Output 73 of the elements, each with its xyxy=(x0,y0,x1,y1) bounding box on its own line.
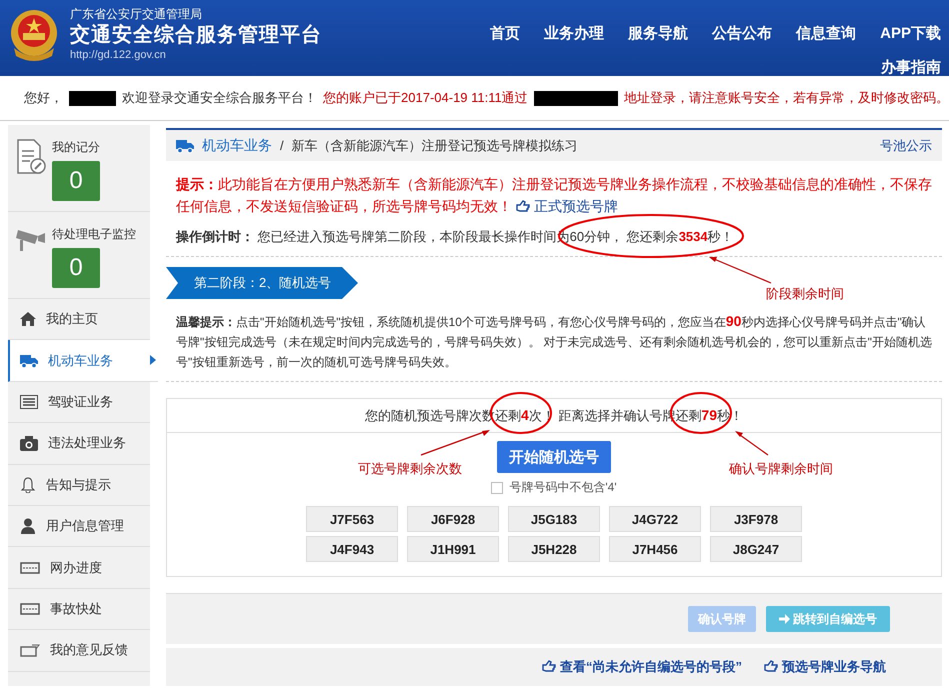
nav-link[interactable]: 办事指南 xyxy=(881,59,941,76)
official-link[interactable]: 正式预选号牌 xyxy=(534,198,618,214)
footer-link[interactable]: 查看“尚未允许自编选号的号段” xyxy=(560,659,742,674)
nav-link[interactable]: 业务办理 xyxy=(544,24,604,43)
pointing-hand-icon xyxy=(764,660,778,672)
annotation-label: 阶段剩余时间 xyxy=(766,285,844,303)
login-notice: 您的账户已于2017-04-19 11:11通过 xyxy=(323,89,528,107)
plate-button[interactable]: J7H456 xyxy=(609,536,701,562)
nav-link[interactable]: 信息查询 xyxy=(796,24,856,43)
progress-card-icon xyxy=(20,561,40,574)
annotation-label: 可选号牌剩余次数 xyxy=(358,460,462,478)
arrow-icon xyxy=(779,614,790,624)
greeting-text: 您好， xyxy=(24,89,63,107)
countdown-label: 操作倒计时： xyxy=(176,229,254,244)
bell-icon xyxy=(20,476,36,493)
nav-link[interactable]: APP下载 xyxy=(880,24,941,43)
plate-button[interactable]: J8G247 xyxy=(710,536,802,562)
sidebar-item[interactable]: 用户信息管理 xyxy=(8,506,150,548)
pointing-hand-icon xyxy=(516,200,530,212)
tip-text: 温馨提示：点击"开始随机选号"按钮，系统随机提供10个可选号牌号码，有您心仪号牌号码的，您应当在90秒内选择心仪号牌号码并点击"确认号牌"按钮完成选号（未在规定时间内完成选号的，号牌号码失效）。 对于未完成选号、还有剩余随机选号机会的，您可以重新点击"开始随机选号"按钮重新选号，前一次的随机可选号牌号码失效。 xyxy=(176,312,933,371)
breadcrumb-current: 新车（含新能源汽车）注册登记预选号牌模拟练习 xyxy=(292,136,578,154)
footer-link[interactable]: 预选号牌业务导航 xyxy=(782,659,886,674)
site-url: http://gd.122.gov.cn xyxy=(70,48,167,62)
plate-button[interactable]: J5H228 xyxy=(508,536,600,562)
counter-label: 待处理电子监控 xyxy=(52,226,136,242)
site-title: 交通安全综合服务管理平台 xyxy=(70,22,322,48)
sidebar-item[interactable]: 事故快处 xyxy=(8,588,150,630)
annotation-arrow xyxy=(709,257,772,284)
redacted-block xyxy=(69,90,116,106)
organization-name: 广东省公安厅交通管理局 xyxy=(70,6,203,22)
plate-button[interactable]: J4G722 xyxy=(609,506,701,532)
counter-label: 我的记分 xyxy=(52,139,100,155)
checkbox[interactable] xyxy=(491,482,504,494)
start-button[interactable]: 开始随机选号 xyxy=(497,441,611,473)
emblem-icon xyxy=(8,8,60,62)
annotation-arrow xyxy=(735,431,768,456)
card-icon xyxy=(20,394,38,409)
document-pen-icon xyxy=(16,139,46,175)
nav-link[interactable]: 服务导航 xyxy=(628,24,688,43)
breadcrumb-separator: / xyxy=(280,138,284,153)
stage-banner: 第二阶段：2、随机选号 xyxy=(166,267,358,299)
login-notice: 地址登录，请注意账号安全，若有异常，及时修改密码。 xyxy=(624,89,949,107)
sidebar-item[interactable]: 机动车业务 xyxy=(8,340,158,382)
plate-button[interactable]: J3F978 xyxy=(710,506,802,532)
counter-value: 0 xyxy=(52,161,100,201)
breadcrumb-link[interactable]: 机动车业务 xyxy=(202,136,272,154)
nav-link[interactable]: 公告公布 xyxy=(712,24,772,43)
annotation-label: 确认号牌剩余时间 xyxy=(729,460,833,478)
pool-link[interactable]: 号池公示 xyxy=(880,136,932,154)
sidebar-item[interactable]: 违法处理业务 xyxy=(8,423,150,465)
hint-text: 提示：此功能旨在方便用户熟悉新车（含新能源汽车）注册登记预选号牌业务操作流程，不校验基础信息的准确性，不保存任何信息，不发送短信验证码，所选号牌号码均无效！ 正式预选号牌 xyxy=(176,175,933,216)
camera-icon xyxy=(20,436,38,451)
checkbox-label: 号牌号码中不包含'4' xyxy=(509,479,617,496)
nav-link[interactable]: 首页 xyxy=(490,24,520,43)
user-icon xyxy=(20,518,36,534)
card-icon xyxy=(20,602,40,616)
annotation-arrow xyxy=(420,430,490,456)
counter-value: 0 xyxy=(52,248,100,288)
sidebar-item[interactable]: 网办进度 xyxy=(8,547,150,589)
feedback-icon xyxy=(20,644,40,657)
plate-button[interactable]: J6F928 xyxy=(407,506,499,532)
sidebar-item[interactable]: 驾驶证业务 xyxy=(8,382,150,424)
home-icon xyxy=(20,312,36,326)
sidebar-item[interactable]: 告知与提示 xyxy=(8,464,150,506)
pointing-hand-icon xyxy=(542,660,556,672)
plate-button[interactable]: J4F943 xyxy=(306,536,398,562)
plate-button[interactable]: J1H991 xyxy=(407,536,499,562)
plate-button[interactable]: J7F563 xyxy=(306,506,398,532)
plate-button[interactable]: J5G183 xyxy=(508,506,600,532)
truck-icon xyxy=(176,138,194,152)
truck-icon xyxy=(20,354,38,368)
sidebar-item[interactable]: 我的意见反馈 xyxy=(8,630,150,672)
welcome-text: 欢迎登录交通安全综合服务平台！ xyxy=(122,89,318,107)
